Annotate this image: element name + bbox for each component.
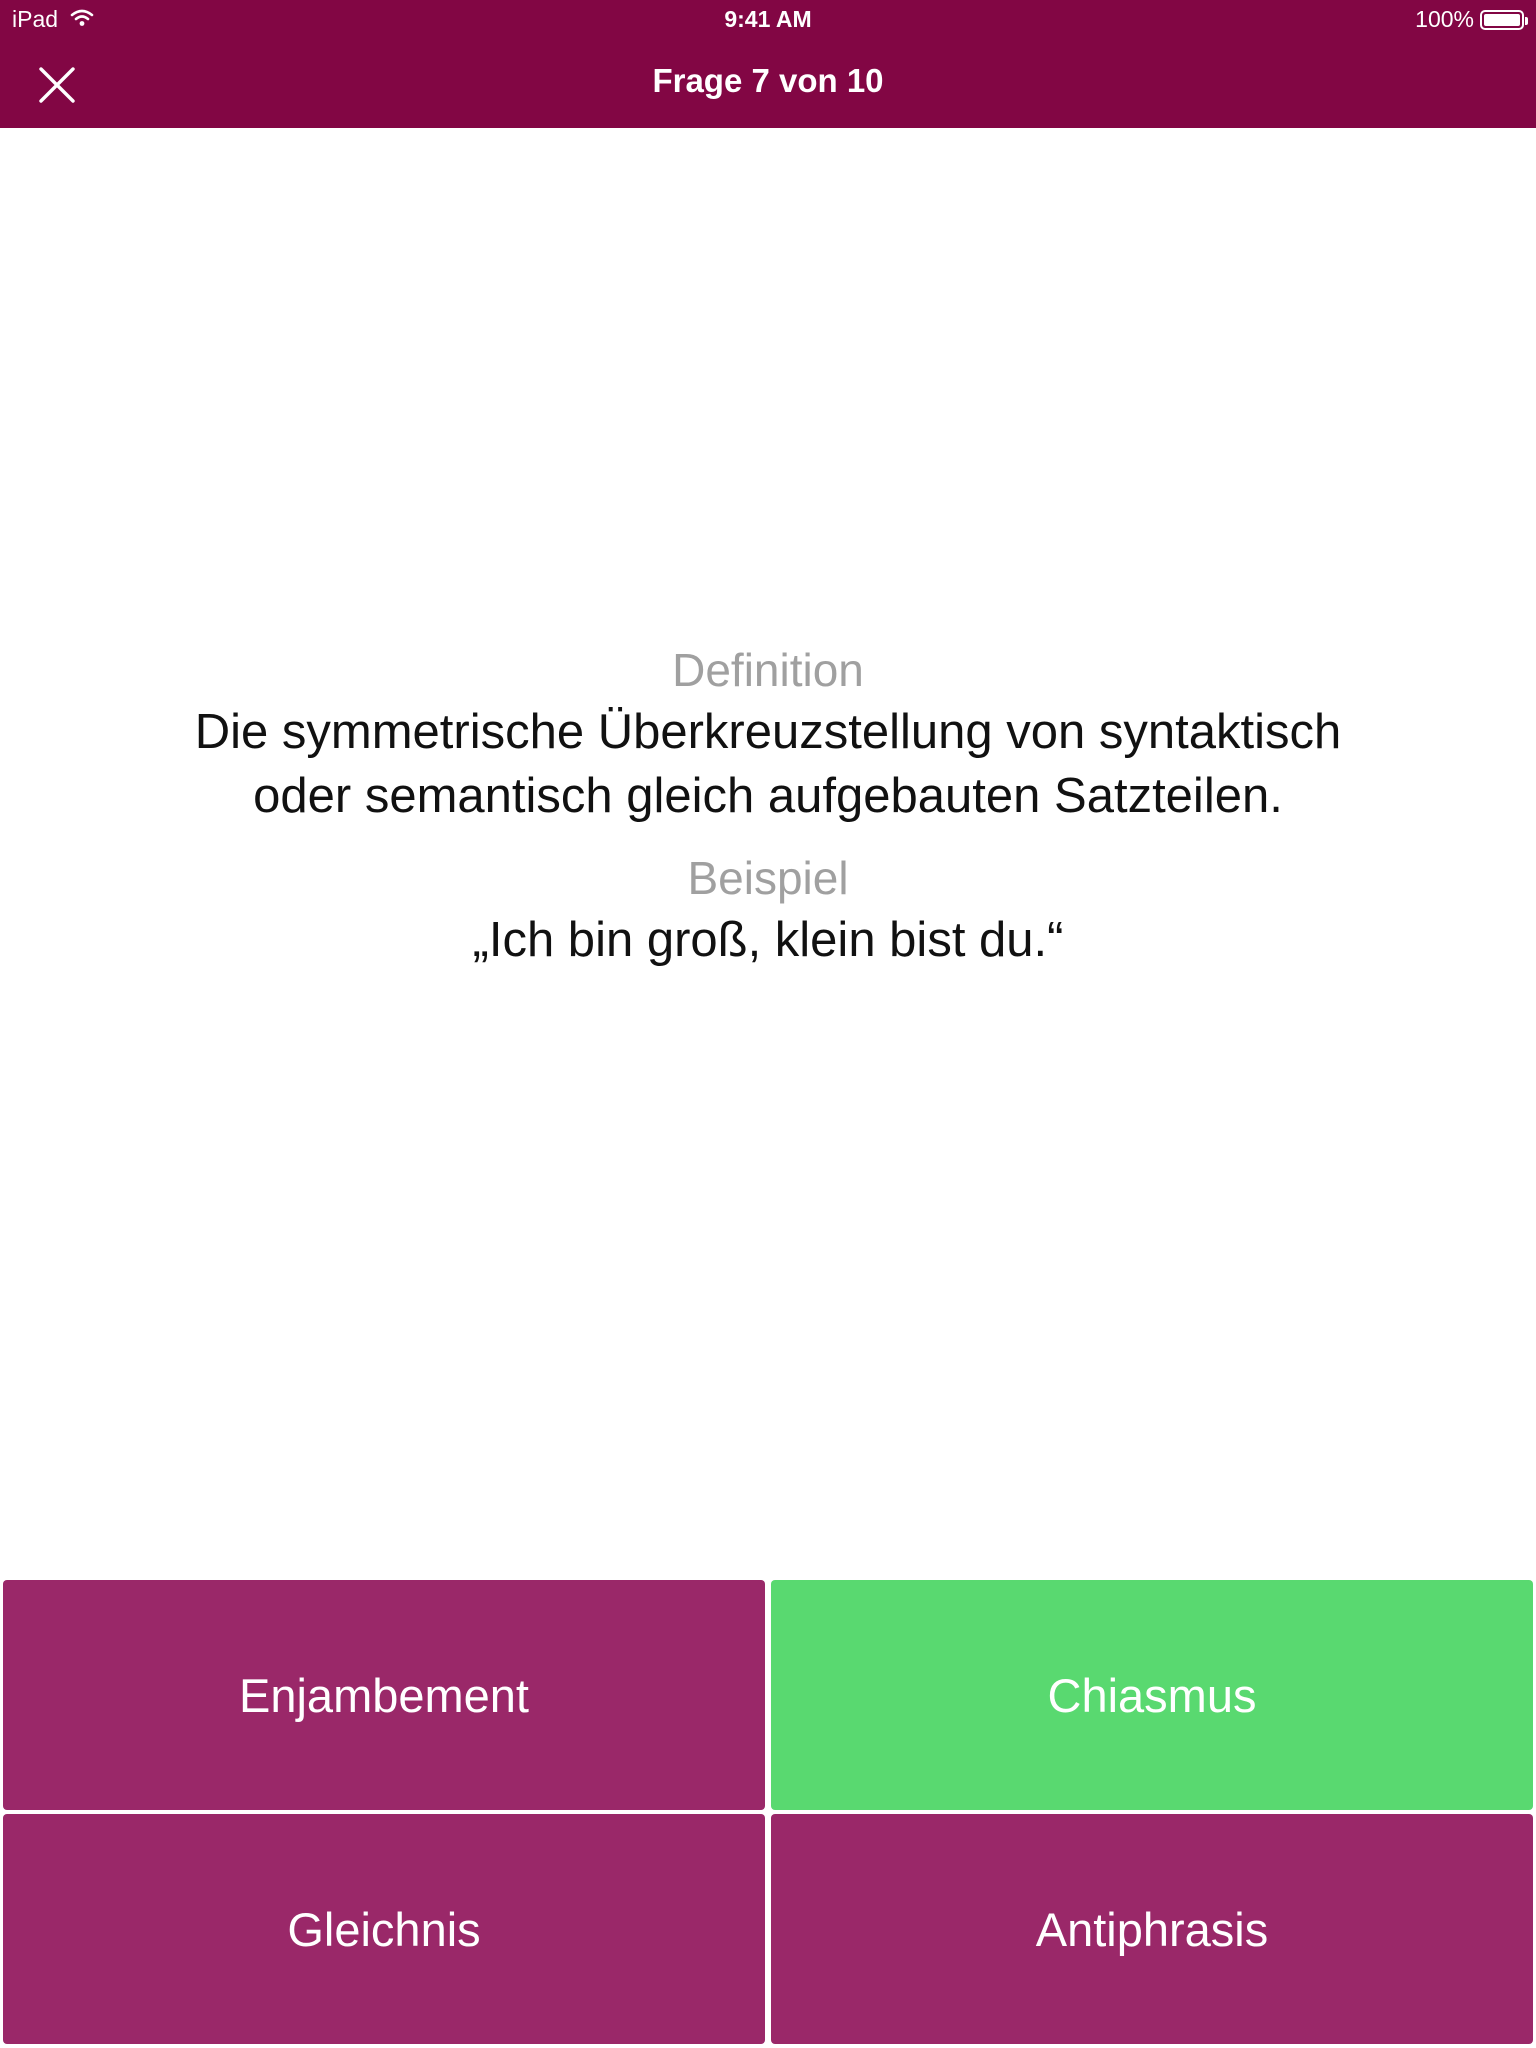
answer-button-enjambement[interactable]: Enjambement: [3, 1580, 765, 1810]
answer-button-gleichnis[interactable]: Gleichnis: [3, 1814, 765, 2044]
answer-button-antiphrasis[interactable]: Antiphrasis: [771, 1814, 1533, 2044]
status-time: 9:41 AM: [724, 6, 812, 32]
definition-label: Definition: [672, 644, 864, 696]
example-label: Beispiel: [687, 852, 849, 904]
answer-button-chiasmus[interactable]: Chiasmus: [771, 1580, 1533, 1810]
battery-icon: [1480, 9, 1528, 30]
battery-percentage: 100%: [1415, 6, 1474, 32]
example-text: „Ich bin groß, klein bist du.“: [472, 913, 1064, 967]
navigation-bar: iPad 9:41 AM 100% Frage 7 von 10: [0, 0, 1536, 128]
answer-grid: Enjambement Chiasmus Gleichnis Antiphras…: [3, 1580, 1533, 2044]
quiz-screen: iPad 9:41 AM 100% Frage 7 von 10 Definit…: [0, 0, 1536, 2048]
question-counter-title: Frage 7 von 10: [652, 62, 884, 99]
battery-level: [1484, 13, 1520, 26]
status-right: 100%: [1415, 6, 1528, 33]
definition-text: Die symmetrische Überkreuzstellung von s…: [194, 705, 1342, 823]
question-content: Definition Die symmetrische Überkreuzste…: [0, 640, 1536, 972]
